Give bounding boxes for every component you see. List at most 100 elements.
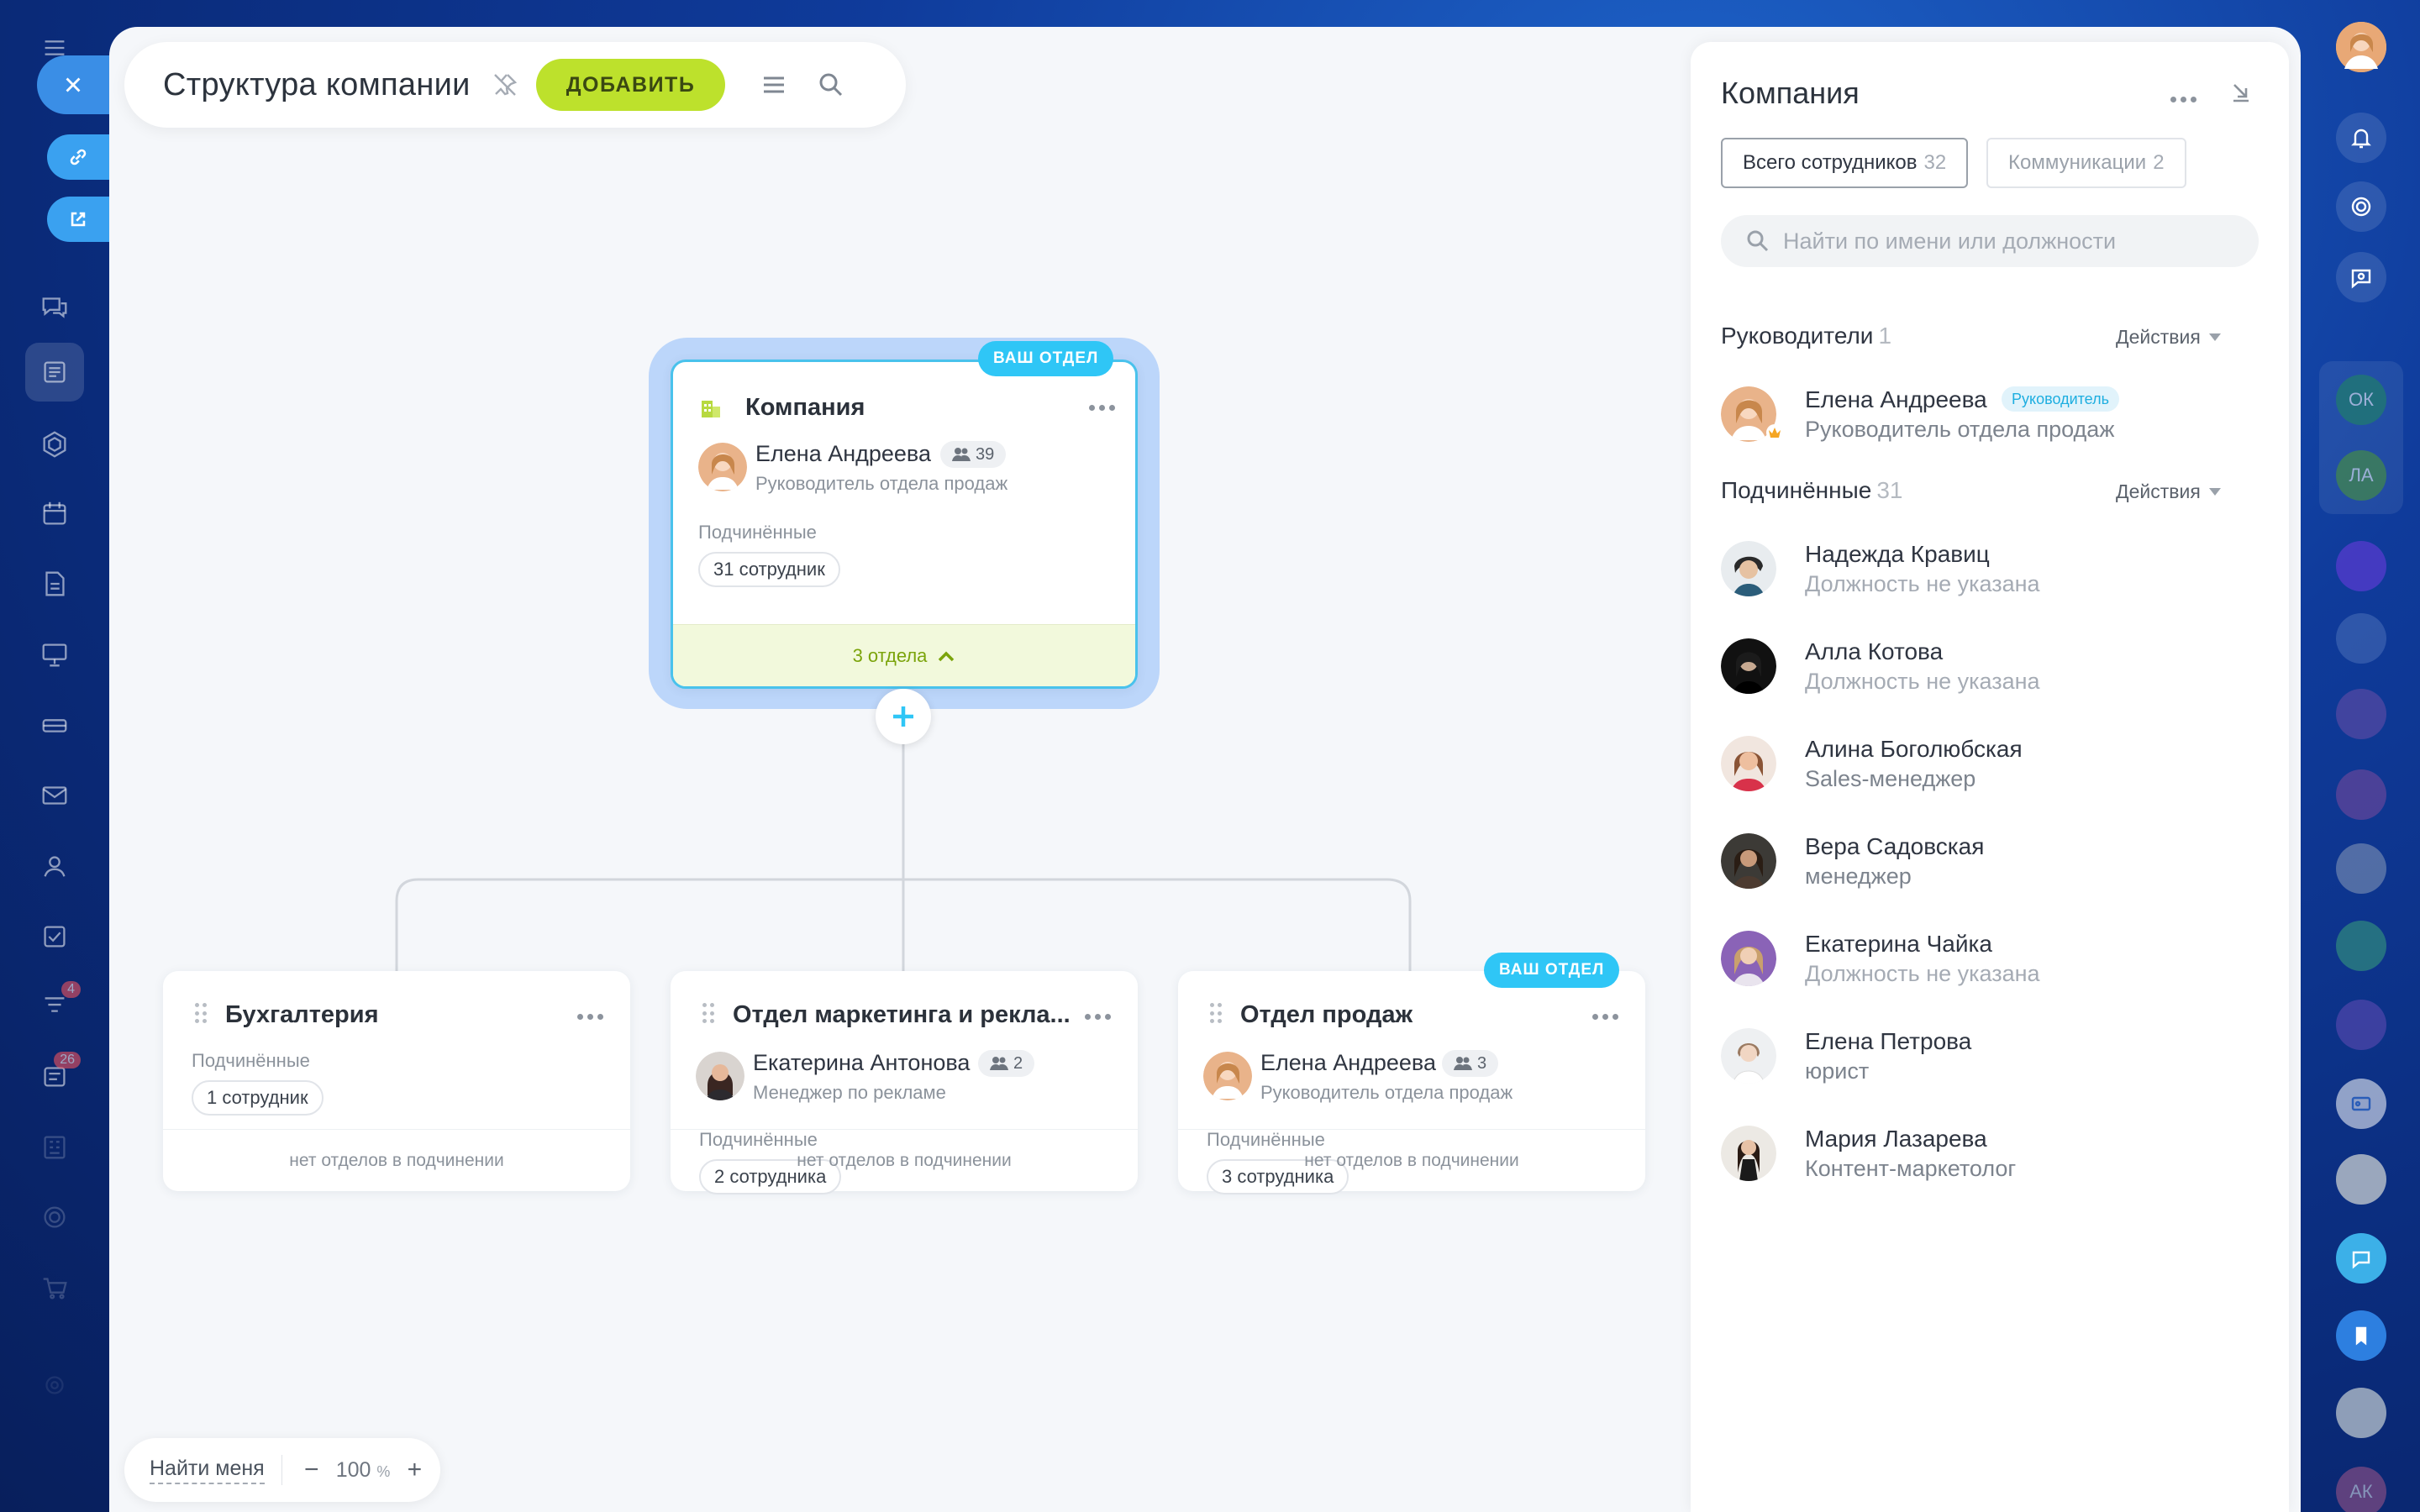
member-role: юрист [1805, 1058, 1870, 1084]
avatar[interactable] [1721, 736, 1776, 791]
copy-link-button[interactable] [47, 134, 109, 180]
department-head-role: Руководитель отдела продаж [755, 473, 1008, 494]
department-card[interactable]: Отдел продаж Елена Андреева 3 Руководите… [1178, 971, 1645, 1194]
more-options-icon[interactable] [2165, 92, 2202, 106]
target-icon[interactable] [25, 1188, 84, 1247]
drive-icon[interactable] [25, 696, 84, 754]
group-chat-la[interactable]: ЛА [2336, 450, 2386, 501]
more-options-icon[interactable] [571, 1010, 608, 1023]
member-name[interactable]: Вера Садовская [1805, 833, 1984, 860]
crown-icon [1766, 424, 1783, 441]
subdepartments-toggle[interactable]: 3 отдела [673, 624, 1135, 686]
tasks-icon[interactable] [25, 907, 84, 966]
search-icon[interactable] [816, 70, 846, 100]
leaders-actions-dropdown[interactable]: Действия [2116, 326, 2221, 349]
drag-handle-icon[interactable] [702, 1003, 714, 1025]
tab-all-employees[interactable]: Всего сотрудников 32 [1721, 138, 1969, 188]
zoom-in-button[interactable]: + [402, 1456, 427, 1484]
pulse-icon[interactable] [2336, 181, 2386, 232]
contact-avatar[interactable] [2336, 921, 2386, 971]
zoom-out-button[interactable]: − [299, 1456, 324, 1484]
add-department-button[interactable] [876, 689, 931, 744]
department-head-name[interactable]: Елена Андреева [1260, 1050, 1436, 1076]
contact-avatar[interactable] [2336, 689, 2386, 739]
contact-card-icon[interactable] [2336, 1079, 2386, 1129]
root-department-card[interactable]: Компания Елена Андреева 39 Руководитель … [671, 360, 1138, 689]
contact-avatar[interactable] [2336, 843, 2386, 894]
contact-avatar[interactable] [2336, 1000, 2386, 1050]
add-button[interactable]: ДОБАВИТЬ [535, 59, 726, 111]
messages-icon[interactable] [2336, 1233, 2386, 1284]
member-name[interactable]: Екатерина Чайка [1805, 931, 1992, 958]
avatar[interactable] [1721, 638, 1776, 694]
avatar[interactable] [698, 443, 747, 491]
feed-icon[interactable] [25, 343, 84, 402]
open-new-window-button[interactable] [47, 197, 109, 242]
avatar[interactable] [1721, 931, 1776, 986]
leader-name[interactable]: Елена Андреева [1805, 386, 1987, 413]
more-options-icon[interactable] [1586, 1010, 1623, 1023]
member-name[interactable]: Елена Петрова [1805, 1028, 1971, 1055]
user-avatar[interactable] [2336, 22, 2386, 72]
notification-badge: 4 [61, 981, 81, 998]
building-icon[interactable] [25, 1117, 84, 1176]
avatar[interactable] [1721, 1126, 1776, 1181]
avatar[interactable] [1721, 541, 1776, 596]
avatar[interactable] [1721, 1028, 1776, 1084]
filter-icon[interactable]: 4 [25, 976, 84, 1035]
contact-avatar[interactable] [2336, 1154, 2386, 1205]
chat-icon[interactable] [25, 277, 84, 336]
subordinates-actions-dropdown[interactable]: Действия [2116, 480, 2221, 503]
department-head-name[interactable]: Екатерина Антонова [753, 1050, 970, 1076]
find-me-link[interactable]: Найти меня [150, 1457, 265, 1484]
search-chat-icon[interactable] [2336, 252, 2386, 302]
leader-role: Руководитель отдела продаж [1805, 417, 2115, 442]
building-icon [698, 396, 723, 421]
member-name[interactable]: Алина Боголюбская [1805, 736, 2023, 763]
calendar-icon[interactable] [25, 484, 84, 543]
more-options-icon[interactable] [1083, 401, 1120, 414]
contact-avatar-ak[interactable]: АК [2336, 1467, 2386, 1512]
close-slider-button[interactable] [37, 55, 109, 114]
avatar[interactable] [1203, 1052, 1252, 1100]
contacts-icon[interactable] [25, 837, 84, 895]
member-name[interactable]: Алла Котова [1805, 638, 1943, 665]
presentation-icon[interactable] [25, 625, 84, 684]
member-name[interactable]: Мария Лазарева [1805, 1126, 1987, 1152]
mail-icon[interactable] [25, 766, 84, 825]
contact-avatar[interactable] [2336, 613, 2386, 664]
contact-avatar[interactable] [2336, 541, 2386, 591]
contact-avatar[interactable] [2336, 1388, 2386, 1438]
department-head-role: Менеджер по рекламе [753, 1082, 946, 1103]
more-options-icon[interactable] [1079, 1010, 1116, 1023]
hamburger-menu-icon[interactable] [759, 70, 789, 100]
member-name[interactable]: Надежда Кравиц [1805, 541, 1990, 568]
collapse-panel-icon[interactable] [2228, 79, 2259, 109]
department-head-name[interactable]: Елена Андреева [755, 441, 931, 467]
tab-communications[interactable]: Коммуникации 2 [1986, 138, 2186, 188]
bookmark-icon[interactable] [2336, 1310, 2386, 1361]
group-chat-ok[interactable]: ОК [2336, 375, 2386, 425]
settings-icon[interactable] [25, 1356, 84, 1415]
pin-icon[interactable] [491, 71, 519, 99]
contact-avatar[interactable] [2336, 769, 2386, 820]
drag-handle-icon[interactable] [1210, 1003, 1222, 1025]
avatar[interactable] [696, 1052, 744, 1100]
bell-icon[interactable] [2336, 113, 2386, 163]
avatar[interactable] [1721, 833, 1776, 889]
cart-icon[interactable] [25, 1258, 84, 1317]
chevron-down-icon [2208, 333, 2221, 341]
member-role: менеджер [1805, 864, 1912, 889]
drag-handle-icon[interactable] [195, 1003, 207, 1025]
department-card[interactable]: Отдел маркетинга и рекла... Екатерина Ан… [671, 971, 1138, 1194]
department-card[interactable]: Бухгалтерия Подчинённые 1 сотрудник нет … [163, 971, 630, 1191]
plus-icon [893, 706, 913, 727]
employee-count-chip[interactable]: 31 сотрудник [698, 552, 840, 587]
member-count-badge: 2 [978, 1050, 1035, 1077]
hexagon-icon[interactable] [25, 415, 84, 474]
crm-icon[interactable]: 26 [25, 1047, 84, 1105]
document-icon[interactable] [25, 554, 84, 613]
employee-search-input[interactable]: Найти по имени или должности [1721, 215, 2259, 267]
member-role: Должность не указана [1805, 669, 2040, 694]
employee-count-chip[interactable]: 1 сотрудник [192, 1080, 324, 1116]
